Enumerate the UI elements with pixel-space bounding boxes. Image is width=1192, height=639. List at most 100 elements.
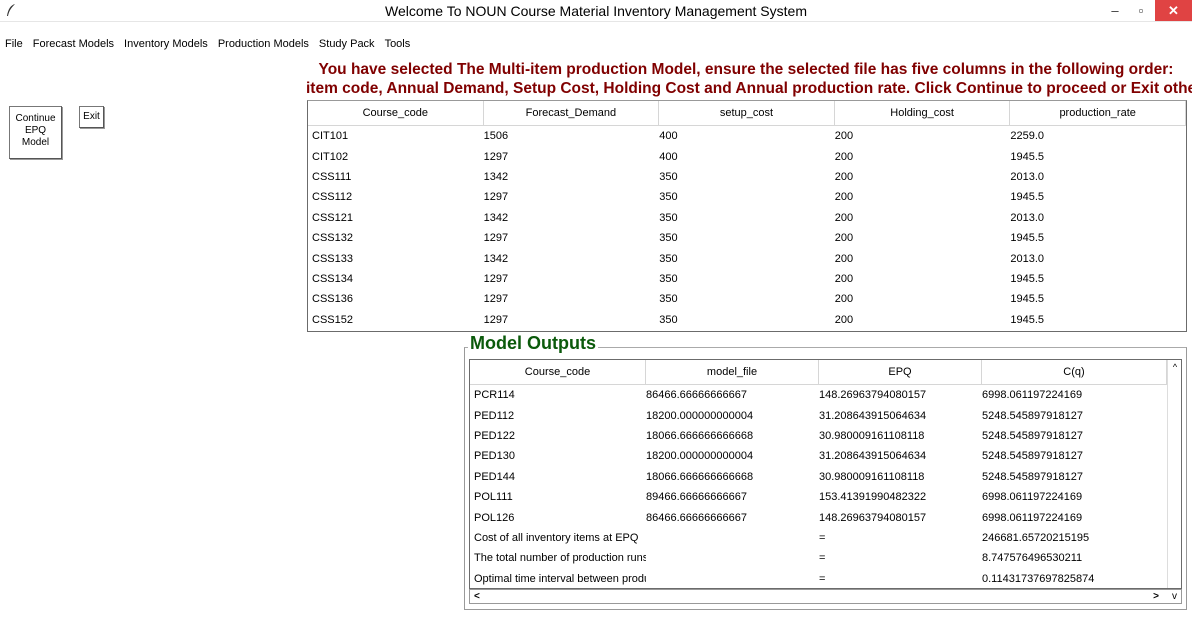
table-cell: 350 [659, 293, 678, 306]
table-cell: 200 [834, 130, 854, 143]
table-cell: = [819, 531, 826, 544]
table-row[interactable]: Optimal time interval between produ = 0.11… [470, 569, 1181, 589]
table-row[interactable]: CSS136 1297 350 200 1945.5 [308, 289, 1186, 309]
table-cell: = [819, 572, 826, 585]
table-row[interactable]: CSS133 1342 350 200 2013.0 [308, 248, 1186, 268]
column-header[interactable]: production_rate [1010, 101, 1186, 126]
table-cell: 86466.66666666667 [646, 511, 747, 524]
table-cell: CSS121 [312, 211, 353, 224]
column-header[interactable]: Holding_cost [834, 101, 1011, 126]
menu-bar: File Forecast Models Inventory Models Pr… [0, 36, 415, 52]
column-header[interactable]: Forecast_Demand [483, 101, 660, 126]
scroll-down-icon[interactable]: v [1172, 590, 1177, 604]
table-cell: = [819, 552, 826, 565]
table-row[interactable]: CSS134 1297 350 200 1945.5 [308, 269, 1186, 289]
instruction-line-1: You have selected The Multi-item product… [318, 61, 1174, 78]
table-cell: 1342 [483, 170, 509, 183]
table-cell: 200 [834, 170, 854, 183]
continue-label-line3: Model [21, 137, 50, 148]
table-row[interactable]: PED144 18066.666666666668 30.9800091611081… [470, 467, 1181, 487]
column-header[interactable]: EPQ [819, 360, 982, 385]
horizontal-scrollbar[interactable]: < > v [469, 589, 1182, 604]
table-cell: Optimal time interval between produ [474, 572, 646, 585]
column-header[interactable]: model_file [646, 360, 819, 385]
table-cell: 18066.666666666668 [646, 429, 754, 442]
table-cell: CSS112 [312, 191, 353, 204]
table-cell: 8.747576496530211 [982, 552, 1083, 565]
maximize-button[interactable]: ▫ [1128, 0, 1154, 21]
column-header[interactable]: Course_code [308, 101, 484, 126]
table-cell: Cost of all inventory items at EPQ [474, 531, 639, 544]
output-table-body: PCR114 86466.66666666667 148.2696379408015… [470, 385, 1181, 589]
title-bar: Welcome To NOUN Course Material Inventor… [0, 0, 1192, 22]
menu-inventory-models[interactable]: Inventory Models [119, 36, 213, 52]
column-header[interactable]: Course_code [470, 360, 646, 385]
table-cell: POL111 [474, 491, 513, 504]
table-cell: 1297 [483, 191, 509, 204]
column-header[interactable]: C(q) [982, 360, 1167, 385]
table-row[interactable]: The total number of production runs = 8.74… [470, 548, 1181, 568]
table-cell: CIT101 [312, 130, 349, 143]
table-cell: PED122 [474, 429, 515, 442]
table-cell: 18200.000000000004 [646, 450, 754, 463]
table-cell: PCR114 [474, 389, 515, 402]
table-cell: CSS132 [312, 232, 353, 245]
table-cell: CSS136 [312, 293, 353, 306]
table-cell: 0.11431737697825874 [982, 572, 1095, 585]
table-cell: 350 [659, 191, 678, 204]
table-row[interactable]: CSS132 1297 350 200 1945.5 [308, 228, 1186, 248]
scroll-up-icon[interactable]: ^ [1168, 362, 1182, 372]
table-row[interactable]: PED122 18066.666666666668 30.9800091611081… [470, 426, 1181, 446]
table-row[interactable]: CIT101 1506 400 200 2259.0 [308, 126, 1186, 146]
menu-production-models[interactable]: Production Models [213, 36, 314, 52]
table-row[interactable]: PCR114 86466.66666666667 148.2696379408015… [470, 385, 1181, 405]
table-cell: 1297 [483, 232, 509, 245]
menu-study-pack[interactable]: Study Pack [314, 36, 380, 52]
menu-file[interactable]: File [0, 36, 28, 52]
table-cell: 200 [834, 272, 854, 285]
table-cell: 350 [659, 232, 678, 245]
table-cell: CSS134 [312, 272, 353, 285]
scroll-right-icon[interactable]: > [1153, 590, 1159, 604]
table-cell: 148.26963794080157 [819, 511, 927, 524]
close-button[interactable]: ✕ [1155, 0, 1192, 21]
table-row[interactable]: PED130 18200.000000000004 31.2086439150646… [470, 446, 1181, 466]
table-cell: 350 [659, 252, 678, 265]
table-cell: 246681.65720215195 [982, 531, 1090, 544]
vertical-scrollbar[interactable]: ^ [1167, 360, 1181, 588]
table-cell: CIT102 [312, 150, 349, 163]
table-row[interactable]: PED112 18200.000000000004 31.2086439150646… [470, 405, 1181, 425]
menu-tools[interactable]: Tools [380, 36, 416, 52]
minimize-button[interactable]: – [1102, 0, 1128, 21]
exit-button[interactable]: Exit [79, 106, 104, 128]
input-table-body: CIT101 1506 400 200 2259.0 CIT102 1297 400 200 19… [308, 126, 1186, 330]
model-outputs-table[interactable]: Course_code model_file EPQ C(q) PCR114 86… [469, 359, 1182, 589]
table-row[interactable]: CSS111 1342 350 200 2013.0 [308, 167, 1186, 187]
table-cell: 350 [659, 272, 678, 285]
table-row[interactable]: CSS152 1297 350 200 1945.5 [308, 310, 1186, 330]
table-row[interactable]: CSS121 1342 350 200 2013.0 [308, 208, 1186, 228]
table-cell: 200 [834, 293, 854, 306]
table-row[interactable]: POL126 86466.66666666667 148.2696379408015… [470, 507, 1181, 527]
table-cell: 1945.5 [1010, 293, 1045, 306]
table-cell: 200 [834, 252, 854, 265]
table-row[interactable]: CIT102 1297 400 200 1945.5 [308, 146, 1186, 166]
table-row[interactable]: CSS112 1297 350 200 1945.5 [308, 187, 1186, 207]
table-cell: 2013.0 [1010, 211, 1045, 224]
table-cell: POL126 [474, 511, 515, 524]
continue-epq-model-button[interactable]: Continue EPQ Model [9, 106, 62, 159]
table-cell: 5248.545897918127 [982, 470, 1083, 483]
column-header[interactable]: setup_cost [659, 101, 835, 126]
table-cell: 31.208643915064634 [819, 409, 927, 422]
table-cell: 2259.0 [1010, 130, 1045, 143]
scroll-left-icon[interactable]: < [474, 590, 480, 604]
table-cell: 148.26963794080157 [819, 389, 927, 402]
table-row[interactable]: Cost of all inventory items at EPQ = 24668… [470, 528, 1181, 548]
table-cell: 400 [659, 130, 678, 143]
table-row[interactable]: POL111 89466.66666666667 153.4139199048232… [470, 487, 1181, 507]
input-data-table[interactable]: Course_code Forecast_Demand setup_cost H… [307, 100, 1187, 332]
menu-forecast-models[interactable]: Forecast Models [28, 36, 119, 52]
instruction-line-2: item code, Annual Demand, Setup Cost, Ho… [306, 80, 1192, 97]
table-cell: 18066.666666666668 [646, 470, 754, 483]
table-cell: 30.980009161108118 [819, 470, 925, 483]
